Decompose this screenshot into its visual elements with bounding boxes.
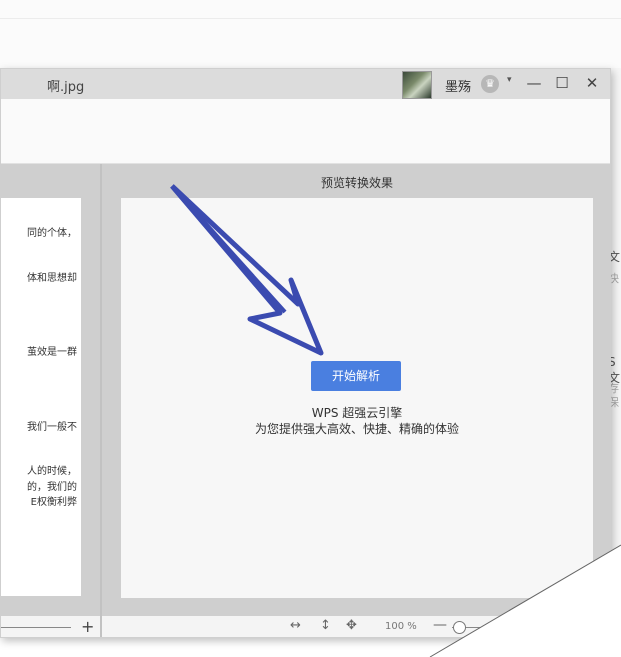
conversion-dialog: 啊.jpg 墨殇 ♛ ▾ — ☐ ✕ 同的个体， 体和思想却 茧效是一群 我们一… [0,68,611,638]
source-text-line: 茧效是一群 [27,347,77,358]
user-avatar[interactable] [402,71,432,99]
conversion-preview-pane: 预览转换效果 开始解析 WPS 超强云引擎 为您提供强大高效、快捷、精确的体验 [102,164,610,637]
engine-name: WPS 超强云引擎 [311,406,403,420]
source-status-bar: + [1,616,100,637]
preview-page: 开始解析 WPS 超强云引擎 为您提供强大高效、快捷、精确的体验 [121,198,593,598]
fit-height-icon[interactable]: ↕ [320,618,331,633]
source-text-line: 同的个体， [27,228,77,239]
source-zoom-slider[interactable] [1,627,71,628]
fit-width-icon[interactable]: ↔ [290,618,301,633]
window-title: 啊.jpg [47,80,85,95]
maximize-button[interactable]: ☐ [552,73,572,93]
source-page: 同的个体， 体和思想却 茧效是一群 我们一般不 人的时候， 的，我们的 E权衡利… [1,198,81,596]
background-app-area [0,0,621,68]
source-text-line: 的，我们的 [27,482,77,493]
source-text-line: E权衡利弊 [30,497,77,508]
user-name[interactable]: 墨殇 [445,76,471,95]
move-icon[interactable]: ✥ [346,618,357,633]
zoom-in-icon[interactable]: + [81,617,94,636]
start-parse-button[interactable]: 开始解析 [311,361,401,391]
title-bar[interactable]: 啊.jpg 墨殇 ♛ ▾ — ☐ ✕ [1,69,610,99]
preview-title: 预览转换效果 [320,176,393,190]
source-preview-pane: 同的个体， 体和思想却 茧效是一群 我们一般不 人的时候， 的，我们的 E权衡利… [1,164,100,637]
close-button[interactable]: ✕ [582,73,602,93]
source-text-line: 人的时候， [27,466,77,477]
engine-description: 为您提供强大高效、快捷、精确的体验 [254,422,459,436]
preview-status-bar: ↔ ↕ ✥ 100 % — [102,616,610,637]
toolbar-area [1,99,610,164]
chevron-down-icon[interactable]: ▾ [507,75,512,85]
source-text-line: 体和思想却 [27,273,77,284]
zoom-level: 100 % [385,621,417,632]
vip-crown-icon[interactable]: ♛ [481,75,499,93]
zoom-out-icon[interactable]: — [433,617,447,633]
zoom-slider[interactable] [452,627,552,628]
source-text-line: 我们一般不 [27,422,77,433]
minimize-button[interactable]: — [524,73,544,93]
zoom-slider-handle[interactable] [453,621,466,634]
